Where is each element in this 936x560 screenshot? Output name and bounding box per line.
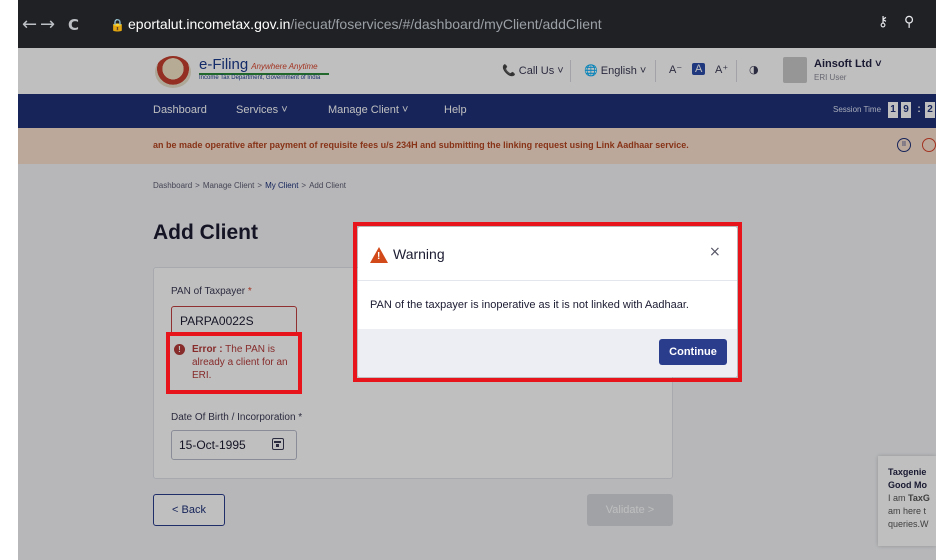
back-arrow-icon[interactable]: ← bbox=[22, 14, 37, 35]
dialog-footer: Continue bbox=[358, 329, 737, 377]
dialog-message: PAN of the taxpayer is inoperative as it… bbox=[370, 299, 689, 311]
screen: ← → C 🔒 eportalut.incometax.gov.in/iecua… bbox=[0, 0, 936, 560]
address-bar[interactable]: 🔒 eportalut.incometax.gov.in/iecuat/fose… bbox=[110, 10, 870, 38]
url-path: /iecuat/foservices/#/dashboard/myClient/… bbox=[290, 16, 602, 32]
reload-icon[interactable]: C bbox=[68, 16, 79, 34]
continue-button[interactable]: Continue bbox=[659, 339, 727, 365]
zoom-icon[interactable]: ⚲ bbox=[904, 14, 914, 30]
forward-arrow-icon[interactable]: → bbox=[40, 14, 55, 35]
warning-mark: ! bbox=[377, 251, 381, 262]
dialog-title: Warning bbox=[393, 246, 445, 262]
dialog-header: ! Warning × bbox=[358, 227, 737, 281]
warning-dialog: ! Warning × PAN of the taxpayer is inope… bbox=[358, 227, 737, 377]
close-icon[interactable]: × bbox=[709, 244, 721, 260]
url-text: eportalut.incometax.gov.in/iecuat/foserv… bbox=[128, 10, 602, 38]
key-icon[interactable]: ⚷ bbox=[878, 14, 888, 30]
url-host: eportalut.incometax.gov.in bbox=[128, 16, 291, 32]
error-highlight-frame bbox=[166, 332, 302, 394]
browser-toolbar: ← → C 🔒 eportalut.incometax.gov.in/iecua… bbox=[18, 0, 936, 48]
lock-icon: 🔒 bbox=[110, 18, 125, 32]
